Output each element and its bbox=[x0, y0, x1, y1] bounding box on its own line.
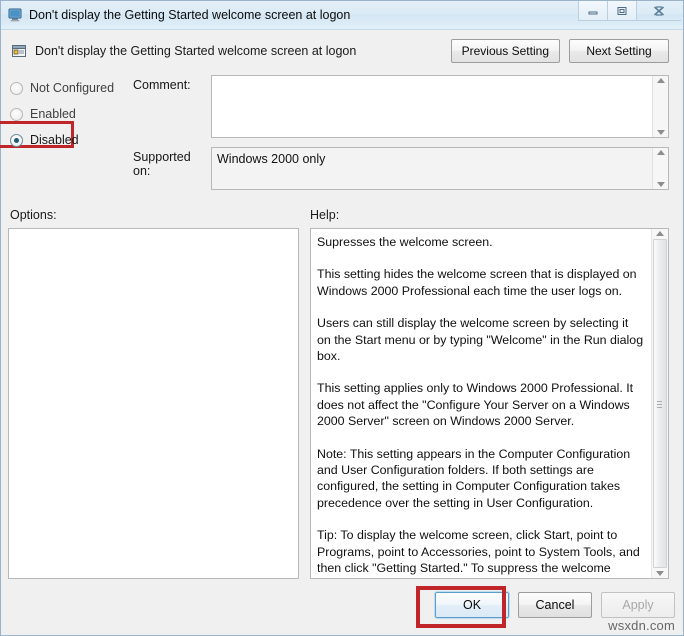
scroll-up-arrow-icon[interactable] bbox=[656, 231, 664, 236]
ok-button[interactable]: OK bbox=[434, 591, 510, 619]
policy-setting-icon bbox=[11, 43, 27, 59]
scroll-down-arrow-icon[interactable] bbox=[656, 182, 665, 187]
minimize-icon[interactable] bbox=[578, 1, 608, 21]
state-region: Not Configured Enabled Disabled Comment: bbox=[0, 72, 683, 202]
supported-on-label: Supported on: bbox=[133, 150, 191, 178]
supported-on-scrollbar[interactable] bbox=[652, 148, 668, 189]
help-paragraph: Note: This setting appears in the Comput… bbox=[317, 446, 631, 510]
policy-setting-dialog: Don't display the Getting Started welcom… bbox=[0, 0, 684, 636]
help-paragraph: Supresses the welcome screen. bbox=[317, 235, 493, 249]
apply-button: Apply bbox=[601, 592, 675, 618]
scrollbar-thumb[interactable] bbox=[653, 239, 667, 568]
restore-icon[interactable] bbox=[607, 1, 637, 21]
dialog-footer: OK Cancel Apply wsxdn.com bbox=[1, 579, 683, 635]
scroll-up-arrow-icon[interactable] bbox=[656, 78, 665, 83]
watermark: wsxdn.com bbox=[608, 618, 675, 633]
content-panels: Supresses the welcome screen. This settin… bbox=[1, 228, 683, 579]
scroll-up-arrow-icon[interactable] bbox=[656, 150, 665, 155]
radio-disabled[interactable]: Disabled bbox=[10, 127, 133, 153]
help-paragraph: This setting applies only to Windows 200… bbox=[317, 381, 634, 429]
supported-on-row: Supported on: Windows 2000 only bbox=[133, 147, 669, 190]
scroll-down-arrow-icon[interactable] bbox=[656, 571, 664, 576]
help-paragraph: Users can still display the welcome scre… bbox=[317, 316, 644, 364]
radio-label-enabled: Enabled bbox=[30, 107, 76, 121]
close-icon[interactable] bbox=[636, 1, 681, 21]
radio-label-disabled: Disabled bbox=[30, 133, 79, 147]
panel-labels: Options: Help: bbox=[1, 202, 683, 228]
radio-enabled[interactable]: Enabled bbox=[10, 101, 133, 127]
state-radio-group: Not Configured Enabled Disabled bbox=[0, 72, 133, 202]
comment-and-support-fields: Comment: Supported on: Windows 2000 only bbox=[133, 72, 669, 202]
help-paragraph: Tip: To display the welcome screen, clic… bbox=[317, 528, 640, 578]
options-panel[interactable] bbox=[8, 228, 299, 579]
help-text: Supresses the welcome screen. This settin… bbox=[311, 229, 651, 578]
radio-glyph-unchecked bbox=[10, 107, 23, 121]
radio-not-configured[interactable]: Not Configured bbox=[10, 75, 133, 101]
comment-row: Comment: bbox=[133, 75, 669, 138]
help-label: Help: bbox=[310, 208, 340, 222]
comment-input[interactable] bbox=[211, 75, 669, 138]
comment-label: Comment: bbox=[133, 78, 191, 92]
next-setting-button[interactable]: Next Setting bbox=[569, 39, 669, 63]
supported-on-field: Windows 2000 only bbox=[211, 147, 669, 190]
options-label: Options: bbox=[10, 208, 57, 222]
title-bar: Don't display the Getting Started welcom… bbox=[1, 1, 683, 30]
window-title: Don't display the Getting Started welcom… bbox=[29, 8, 351, 22]
setting-header: Don't display the Getting Started welcom… bbox=[1, 30, 683, 72]
help-scrollbar[interactable] bbox=[651, 229, 668, 578]
field-spacer bbox=[133, 138, 669, 147]
comment-scrollbar[interactable] bbox=[652, 76, 668, 137]
help-paragraph: This setting hides the welcome screen th… bbox=[317, 267, 637, 298]
scroll-down-arrow-icon[interactable] bbox=[656, 130, 665, 135]
computer-icon bbox=[7, 7, 23, 23]
help-panel: Supresses the welcome screen. This settin… bbox=[310, 228, 669, 579]
cancel-button[interactable]: Cancel bbox=[518, 592, 592, 618]
radio-glyph-checked bbox=[10, 133, 23, 147]
comment-value bbox=[212, 76, 652, 137]
radio-label-not-configured: Not Configured bbox=[30, 81, 115, 95]
supported-on-value: Windows 2000 only bbox=[212, 148, 652, 189]
setting-title: Don't display the Getting Started welcom… bbox=[35, 44, 357, 58]
radio-glyph-unchecked bbox=[10, 81, 23, 95]
previous-setting-button[interactable]: Previous Setting bbox=[450, 39, 560, 63]
